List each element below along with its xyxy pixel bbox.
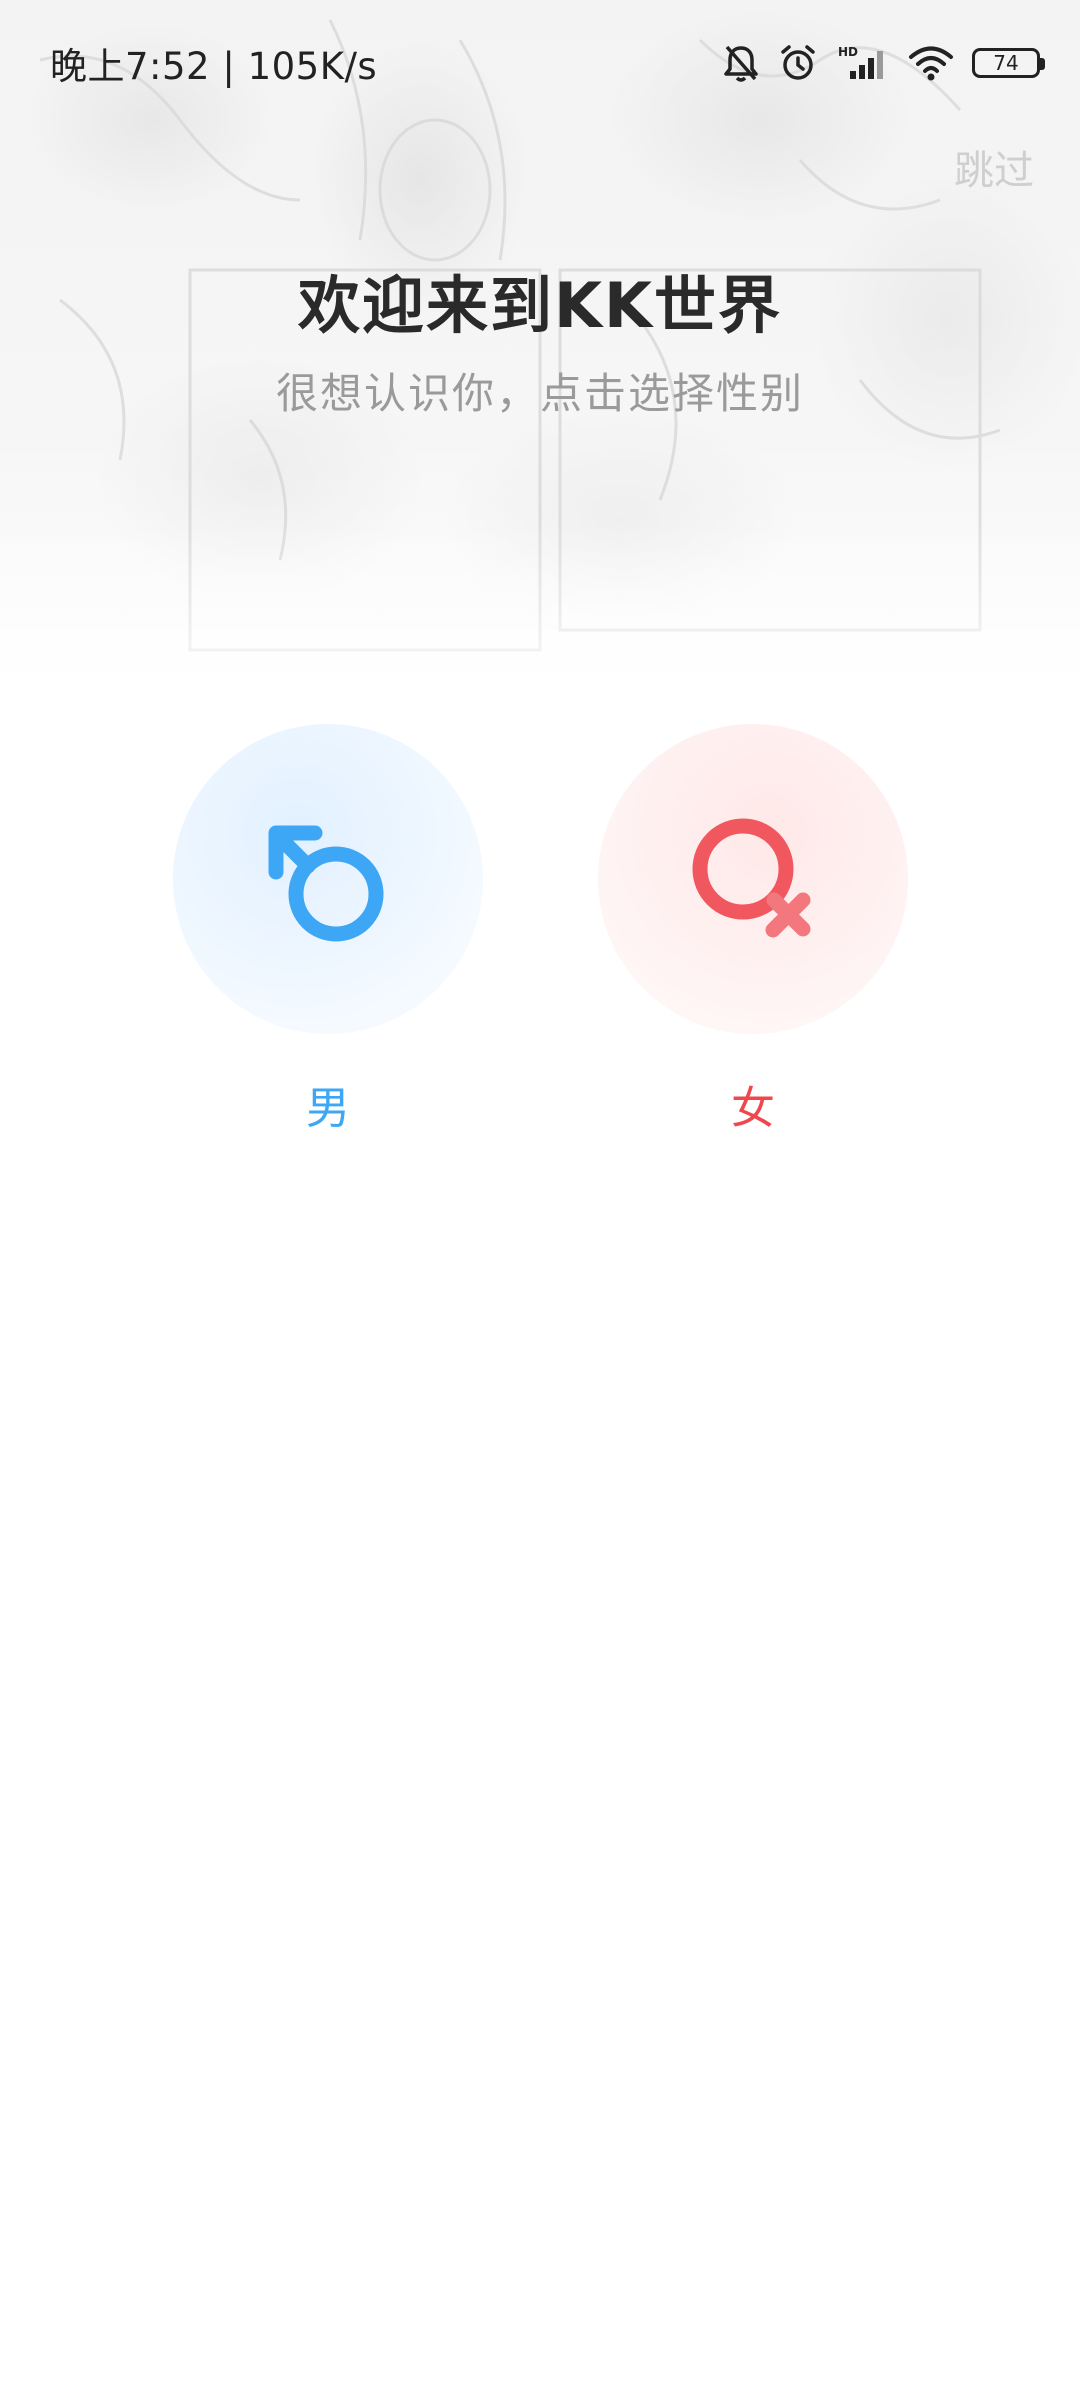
female-option[interactable]: 女 xyxy=(598,724,908,1136)
male-select-button[interactable] xyxy=(173,724,483,1034)
male-symbol-icon xyxy=(268,825,384,942)
hd-signal-icon: HD xyxy=(838,45,883,79)
female-label: 女 xyxy=(731,1083,775,1134)
skip-button[interactable]: 跳过 xyxy=(954,138,1034,196)
page-title: 欢迎来到KK世界 xyxy=(297,269,783,342)
status-time: 晚上7:52 | 105K/s xyxy=(50,45,378,88)
battery-icon: 74 xyxy=(972,48,1045,78)
page-subtitle: 很想认识你，点击选择性别 xyxy=(275,369,804,418)
male-label: 男 xyxy=(306,1083,350,1134)
female-select-button[interactable] xyxy=(598,724,908,1034)
male-option[interactable]: 男 xyxy=(173,724,483,1136)
status-icons: HD 74 xyxy=(722,38,1045,88)
svg-text:HD: HD xyxy=(838,45,858,59)
female-symbol-icon xyxy=(692,818,811,938)
alarm-icon xyxy=(781,45,815,80)
gender-selection-screen: 晚上7:52 | 105K/s HD 74 跳过 欢迎来到KK世界 很想认识你，… xyxy=(0,0,1080,2400)
wifi-icon xyxy=(909,46,953,81)
status-bar: 晚上7:52 | 105K/s HD 74 xyxy=(0,0,1080,130)
battery-level: 74 xyxy=(993,51,1019,75)
bell-off-icon xyxy=(724,45,758,82)
